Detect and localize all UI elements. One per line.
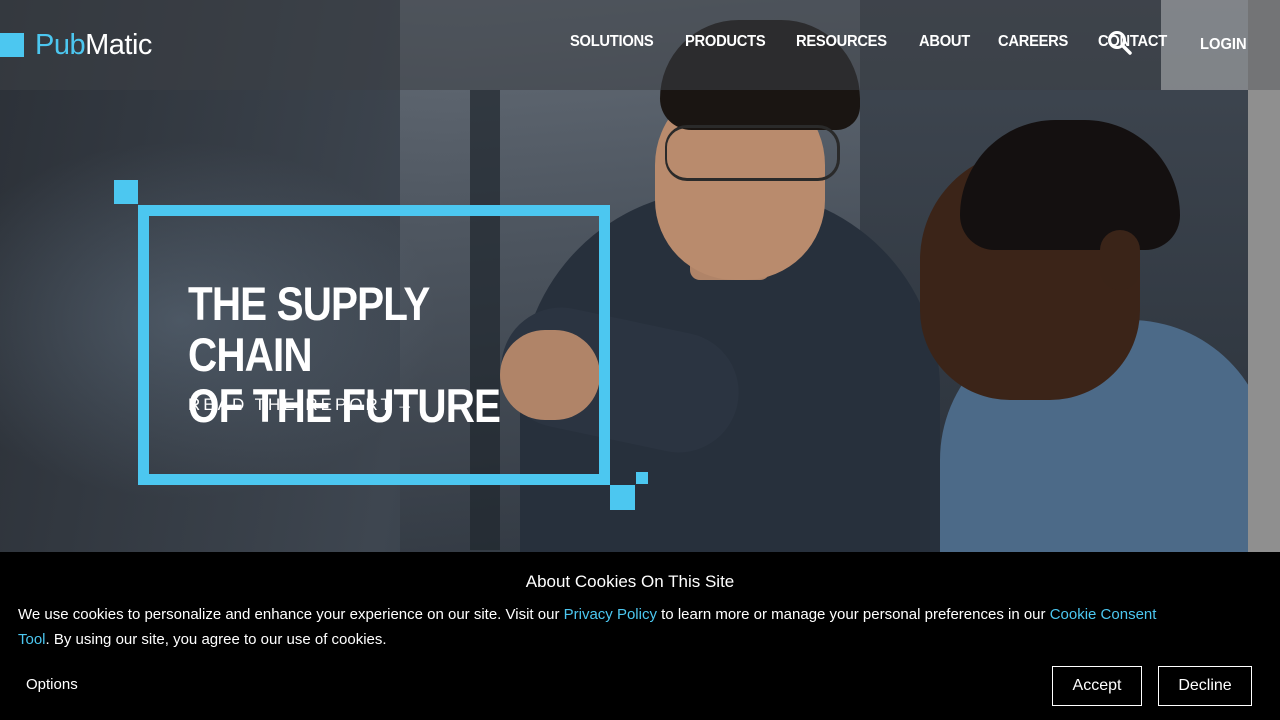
read-report-label: READ THE REPORT: [188, 394, 394, 414]
options-button[interactable]: Options: [26, 676, 78, 693]
hero-title-line1: THE SUPPLY CHAIN: [188, 277, 430, 381]
side-strip: [1248, 90, 1280, 552]
cookie-text-part3: . By using our site, you agree to our us…: [45, 631, 387, 648]
person-right-ear: [1100, 230, 1140, 290]
pubmatic-logo[interactable]: PubMatic: [0, 29, 152, 62]
nav-item-resources[interactable]: RESOURCES: [796, 33, 887, 51]
logo-wordmark: PubMatic: [35, 29, 152, 62]
top-navbar: PubMatic SOLUTIONS PRODUCTS RESOURCES AB…: [0, 0, 1280, 90]
logo-text-pub: Pub: [35, 28, 86, 61]
promo-corner-square-bottom: [610, 485, 635, 510]
nav-item-about[interactable]: ABOUT: [919, 33, 970, 51]
decline-button[interactable]: Decline: [1158, 666, 1252, 706]
nav-item-solutions[interactable]: SOLUTIONS: [570, 33, 654, 51]
search-icon-svg: [1108, 31, 1132, 55]
nav-item-careers[interactable]: CAREERS: [998, 33, 1068, 51]
cookie-banner-title: About Cookies On This Site: [525, 572, 735, 591]
logo-text-matic: Matic: [85, 28, 152, 61]
arrow-right-icon: →: [395, 394, 414, 414]
cookie-banner: About Cookies On This Site We use cookie…: [0, 552, 1280, 720]
privacy-policy-link[interactable]: Privacy Policy: [564, 606, 657, 623]
accept-button[interactable]: Accept: [1052, 666, 1142, 706]
nav-item-products[interactable]: PRODUCTS: [685, 33, 766, 51]
cookie-banner-text: We use cookies to personalize and enhanc…: [18, 602, 1178, 652]
logo-square-icon: [0, 33, 24, 57]
main-nav: SOLUTIONS PRODUCTS RESOURCES ABOUT CAREE…: [570, 33, 1173, 51]
person-left-glasses: [665, 125, 840, 181]
promo-corner-square-top: [114, 180, 138, 204]
cookie-text-part2: to learn more or manage your personal pr…: [656, 606, 1050, 623]
search-icon[interactable]: [1107, 30, 1133, 56]
cookie-text-part1: We use cookies to personalize and enhanc…: [18, 606, 564, 623]
promo-corner-square-small: [636, 472, 648, 484]
read-report-link[interactable]: READ THE REPORT →: [188, 394, 414, 415]
login-button[interactable]: LOGIN: [1200, 36, 1247, 54]
